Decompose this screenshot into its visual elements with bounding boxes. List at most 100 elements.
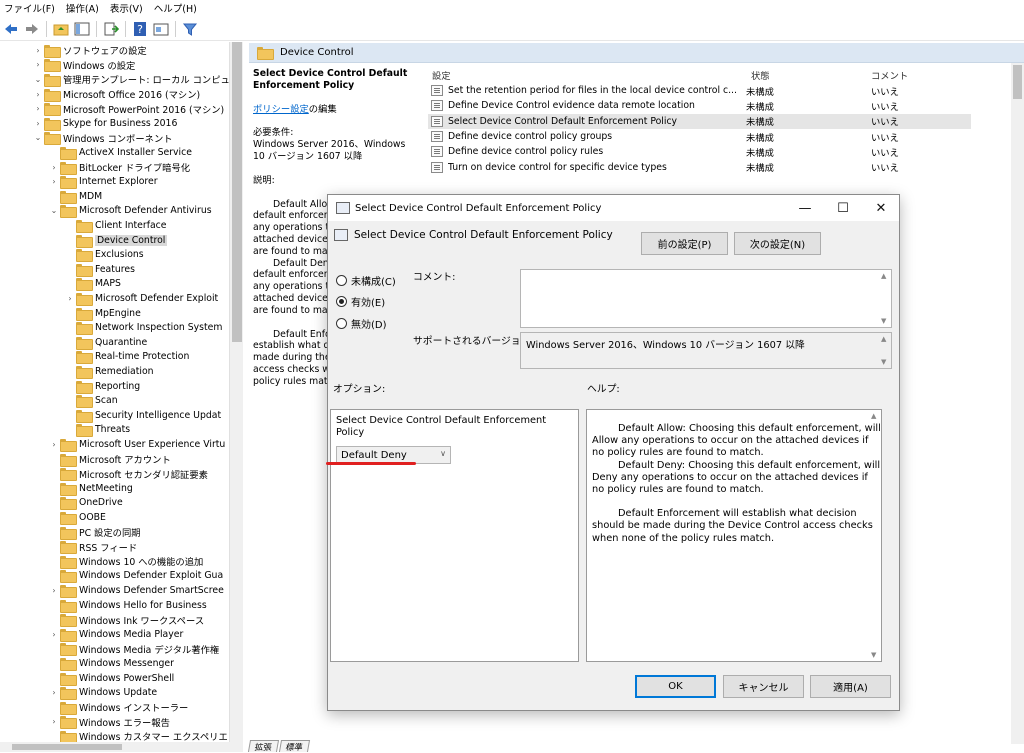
dialog-titlebar[interactable]: Select Device Control Default Enforcemen…: [328, 195, 899, 221]
tree-item[interactable]: MAPS: [64, 277, 121, 292]
prev-setting-button[interactable]: 前の設定(P): [641, 232, 728, 255]
export-list-icon[interactable]: [102, 20, 120, 38]
tree-item[interactable]: Features: [64, 262, 135, 277]
tree-item[interactable]: Reporting: [64, 379, 140, 394]
expand-chevron-icon[interactable]: ⌄: [48, 206, 60, 215]
setting-row[interactable]: Define device control policy rules 未構成 いいえ: [428, 144, 971, 159]
tree-item[interactable]: Security Intelligence Updat: [64, 408, 221, 423]
tree-item[interactable]: › Windows Defender SmartScree: [48, 583, 224, 598]
help-icon[interactable]: ?: [131, 20, 149, 38]
setting-row[interactable]: Select Device Control Default Enforcemen…: [428, 113, 971, 129]
column-header-setting[interactable]: 設定: [432, 68, 451, 82]
expand-chevron-icon[interactable]: ⌄: [32, 133, 44, 142]
tree-item[interactable]: Real-time Protection: [64, 350, 189, 365]
column-header-comment[interactable]: コメント: [871, 68, 908, 82]
tree-item[interactable]: › BitLocker ドライブ暗号化: [48, 160, 190, 175]
tree-item[interactable]: › Windows の設定: [32, 58, 135, 73]
menu-view[interactable]: 表示(V): [106, 1, 150, 15]
tree-item[interactable]: OneDrive: [48, 496, 123, 511]
help-scrollbar[interactable]: ▲ ▼: [869, 410, 881, 661]
setting-row[interactable]: Define Device Control evidence data remo…: [428, 98, 971, 113]
expand-chevron-icon[interactable]: ›: [48, 586, 60, 595]
comment-scrollbar[interactable]: ▲ ▼: [879, 270, 891, 327]
tree-item[interactable]: Windows Messenger: [48, 656, 174, 671]
tree-item[interactable]: RSS フィード: [48, 539, 137, 555]
tree-item[interactable]: Windows Hello for Business: [48, 598, 207, 613]
tree-item[interactable]: Windows 10 への機能の追加: [48, 554, 203, 569]
radio-not-configured[interactable]: 未構成(C): [336, 273, 396, 288]
expand-chevron-icon[interactable]: ›: [48, 717, 60, 726]
tree-horizontal-scrollbar[interactable]: [0, 742, 243, 752]
tree-item[interactable]: ⌄ 管理用テンプレート: ローカル コンピューターが: [32, 72, 243, 87]
tree-hscroll-thumb[interactable]: [12, 744, 122, 750]
tree-item[interactable]: Windows Media デジタル著作権: [48, 642, 219, 657]
radio-enabled[interactable]: 有効(E): [336, 294, 385, 309]
tree-item[interactable]: Exclusions: [64, 247, 144, 263]
tree-item[interactable]: Windows インストーラー: [48, 700, 188, 715]
tree-item[interactable]: Client Interface: [64, 218, 167, 233]
tab-standard[interactable]: 標準: [278, 740, 311, 753]
expand-chevron-icon[interactable]: ›: [32, 104, 44, 113]
tree-item[interactable]: Windows PowerShell: [48, 671, 174, 686]
tab-extended[interactable]: 拡張: [247, 740, 280, 753]
expand-chevron-icon[interactable]: ›: [32, 60, 44, 69]
tree-item[interactable]: Microsoft アカウント: [48, 452, 171, 467]
menu-file[interactable]: ファイル(F): [0, 1, 62, 15]
tree-item[interactable]: PC 設定の同期: [48, 525, 141, 540]
apply-button[interactable]: 適用(A): [810, 675, 891, 698]
ok-button[interactable]: OK: [635, 675, 716, 698]
supported-scrollbar[interactable]: ▲ ▼: [879, 333, 891, 368]
edit-policy-link[interactable]: ポリシー設定: [253, 104, 309, 115]
tree-item[interactable]: Network Inspection System: [64, 320, 222, 336]
expand-chevron-icon[interactable]: ›: [32, 90, 44, 99]
tree-item[interactable]: › Microsoft PowerPoint 2016 (マシン): [32, 101, 224, 117]
expand-chevron-icon[interactable]: ›: [32, 46, 44, 55]
tree-item[interactable]: › Microsoft User Experience Virtu: [48, 437, 225, 452]
next-setting-button[interactable]: 次の設定(N): [734, 232, 821, 255]
tree-item[interactable]: › Skype for Business 2016: [32, 116, 177, 131]
expand-chevron-icon[interactable]: ›: [32, 119, 44, 128]
tree-item[interactable]: › Microsoft Defender Exploit: [64, 291, 218, 306]
expand-chevron-icon[interactable]: ›: [48, 688, 60, 697]
tree-item[interactable]: ⌄ Microsoft Defender Antivirus: [48, 204, 212, 219]
tree-item[interactable]: Threats: [64, 423, 130, 438]
properties-icon[interactable]: [152, 20, 170, 38]
expand-chevron-icon[interactable]: ›: [48, 177, 60, 186]
expand-chevron-icon[interactable]: ⌄: [32, 75, 44, 84]
forward-icon[interactable]: [23, 20, 41, 38]
expand-chevron-icon[interactable]: ›: [48, 163, 60, 172]
tree-item[interactable]: Microsoft セカンダリ認証要素: [48, 466, 208, 482]
expand-chevron-icon[interactable]: ›: [64, 294, 76, 303]
tree-item[interactable]: › Microsoft Office 2016 (マシン): [32, 87, 200, 102]
tree-item[interactable]: MpEngine: [64, 306, 141, 321]
column-header-state[interactable]: 状態: [751, 68, 770, 82]
expand-chevron-icon[interactable]: ›: [48, 630, 60, 639]
filter-icon[interactable]: [181, 20, 199, 38]
tree-item[interactable]: › ソフトウェアの設定: [32, 43, 147, 58]
setting-row[interactable]: Define device control policy groups 未構成 いい…: [428, 129, 971, 144]
close-icon[interactable]: ✕: [862, 195, 900, 221]
list-scroll-thumb[interactable]: [1013, 65, 1022, 99]
expand-chevron-icon[interactable]: ›: [48, 440, 60, 449]
tree-item[interactable]: › Windows Media Player: [48, 627, 183, 642]
back-icon[interactable]: [2, 20, 20, 38]
tree-item[interactable]: › Windows エラー報告: [48, 715, 170, 730]
list-vertical-scrollbar[interactable]: [1011, 63, 1024, 744]
radio-disabled[interactable]: 無効(D): [336, 316, 387, 331]
tree-vertical-scrollbar[interactable]: [229, 42, 243, 744]
tree-item[interactable]: ⌄ Windows コンポーネント: [32, 131, 173, 146]
show-tree-icon[interactable]: [73, 20, 91, 38]
tree-item[interactable]: Windows Defender Exploit Gua: [48, 569, 223, 584]
tree-item[interactable]: Scan: [64, 393, 118, 409]
menu-help[interactable]: ヘルプ(H): [150, 1, 204, 15]
menu-action[interactable]: 操作(A): [62, 1, 106, 15]
minimize-icon[interactable]: —: [786, 195, 824, 221]
cancel-button[interactable]: キャンセル: [723, 675, 804, 698]
tree-item[interactable]: › Internet Explorer: [48, 174, 158, 190]
tree-item[interactable]: › Windows Update: [48, 685, 157, 701]
comment-textarea[interactable]: ▲ ▼: [520, 269, 892, 328]
tree-item[interactable]: NetMeeting: [48, 481, 133, 496]
tree-item[interactable]: ActiveX Installer Service: [48, 145, 192, 160]
tree-item[interactable]: OOBE: [48, 510, 106, 525]
setting-row[interactable]: Set the retention period for files in th…: [428, 83, 971, 98]
